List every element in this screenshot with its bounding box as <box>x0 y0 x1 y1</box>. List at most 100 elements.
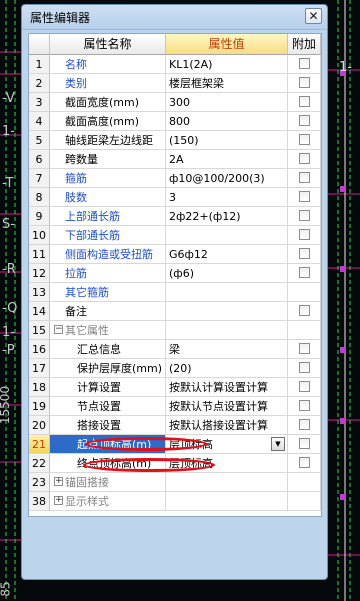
row-number: 10 <box>29 226 50 245</box>
table-row[interactable]: 19 节点设置 按默认节点设置计算 <box>29 397 321 416</box>
property-name[interactable]: 搭接设置 <box>50 416 166 435</box>
property-value[interactable]: G6ф12 <box>166 245 288 264</box>
property-name[interactable]: 汇总信息 <box>50 340 166 359</box>
add-checkbox[interactable] <box>299 400 310 411</box>
table-row[interactable]: 9 上部通长筋 2ф22+(ф12) <box>29 207 321 226</box>
table-row[interactable]: 10 下部通长筋 <box>29 226 321 245</box>
add-checkbox[interactable] <box>299 305 310 316</box>
property-name[interactable]: 其它箍筋 <box>50 283 166 302</box>
row-number: 15 <box>29 321 50 340</box>
property-name[interactable]: 保护层厚度(mm) <box>50 359 166 378</box>
table-row[interactable]: 2 类别 楼层框架梁 <box>29 74 321 93</box>
property-value-dropdown[interactable]: 层顶标高 ▼ <box>166 435 288 454</box>
header-name[interactable]: 属性名称 <box>50 34 166 55</box>
property-name[interactable]: 起点顶标高(m) <box>50 435 166 454</box>
property-value[interactable]: 3 <box>166 188 288 207</box>
property-value[interactable] <box>166 283 288 302</box>
group-row[interactable]: 23 + 锚固搭接 <box>29 473 321 492</box>
add-checkbox[interactable] <box>299 248 310 259</box>
property-value[interactable]: 楼层框架梁 <box>166 74 288 93</box>
property-value[interactable]: 800 <box>166 112 288 131</box>
property-value[interactable]: KL1(2A) <box>166 55 288 74</box>
collapse-icon[interactable]: − <box>54 325 63 334</box>
add-checkbox[interactable] <box>299 362 310 373</box>
add-checkbox[interactable] <box>299 96 310 107</box>
table-row[interactable]: 22 终点顶标高(m) 层顶标高 <box>29 454 321 473</box>
property-name[interactable]: 备注 <box>50 302 166 321</box>
property-name[interactable]: 拉筋 <box>50 264 166 283</box>
add-checkbox[interactable] <box>299 115 310 126</box>
add-checkbox[interactable] <box>299 343 310 354</box>
group-name[interactable]: + 显示样式 <box>50 492 166 511</box>
table-row[interactable]: 3 截面宽度(mm) 300 <box>29 93 321 112</box>
property-name[interactable]: 名称 <box>50 55 166 74</box>
property-name[interactable]: 肢数 <box>50 188 166 207</box>
property-value[interactable]: 300 <box>166 93 288 112</box>
add-checkbox[interactable] <box>299 58 310 69</box>
title-bar[interactable]: 属性编辑器 ✕ <box>22 5 327 30</box>
table-row[interactable]: 11 侧面构造或受扭筋 G6ф12 <box>29 245 321 264</box>
table-row[interactable]: 7 箍筋 ф10@100/200(3) <box>29 169 321 188</box>
property-value[interactable]: ф10@100/200(3) <box>166 169 288 188</box>
property-name[interactable]: 跨数量 <box>50 150 166 169</box>
property-name[interactable]: 截面宽度(mm) <box>50 93 166 112</box>
group-row[interactable]: 15 − 其它属性 <box>29 321 321 340</box>
table-row[interactable]: 17 保护层厚度(mm) (20) <box>29 359 321 378</box>
table-row[interactable]: 8 肢数 3 <box>29 188 321 207</box>
table-row[interactable]: 1 名称 KL1(2A) <box>29 55 321 74</box>
property-value[interactable]: (20) <box>166 359 288 378</box>
table-row[interactable]: 14 备注 <box>29 302 321 321</box>
close-button[interactable]: ✕ <box>305 8 322 24</box>
property-name[interactable]: 上部通长筋 <box>50 207 166 226</box>
table-row[interactable]: 20 搭接设置 按默认搭接设置计算 <box>29 416 321 435</box>
table-row[interactable]: 16 汇总信息 梁 <box>29 340 321 359</box>
table-row[interactable]: 13 其它箍筋 <box>29 283 321 302</box>
add-checkbox[interactable] <box>299 172 310 183</box>
property-value[interactable] <box>166 302 288 321</box>
table-row-selected[interactable]: 21 起点顶标高(m) 层顶标高 ▼ <box>29 435 321 454</box>
add-checkbox[interactable] <box>299 267 310 278</box>
add-checkbox[interactable] <box>299 134 310 145</box>
property-value[interactable]: 2ф22+(ф12) <box>166 207 288 226</box>
expand-icon[interactable]: + <box>54 496 63 505</box>
group-name[interactable]: + 锚固搭接 <box>50 473 166 492</box>
add-checkbox[interactable] <box>299 153 310 164</box>
header-value[interactable]: 属性值 <box>166 34 288 55</box>
property-value[interactable]: 按默认节点设置计算 <box>166 397 288 416</box>
property-name[interactable]: 节点设置 <box>50 397 166 416</box>
chevron-down-icon[interactable]: ▼ <box>271 437 285 451</box>
property-name[interactable]: 侧面构造或受扭筋 <box>50 245 166 264</box>
table-row[interactable]: 5 轴线距梁左边线距 (150) <box>29 131 321 150</box>
property-name[interactable]: 类别 <box>50 74 166 93</box>
property-name[interactable]: 计算设置 <box>50 378 166 397</box>
property-name[interactable]: 终点顶标高(m) <box>50 454 166 473</box>
header-add[interactable]: 附加 <box>288 34 321 55</box>
expand-icon[interactable]: + <box>54 477 63 486</box>
add-checkbox[interactable] <box>299 419 310 430</box>
group-row[interactable]: 38 + 显示样式 <box>29 492 321 511</box>
table-row[interactable]: 18 计算设置 按默认计算设置计算 <box>29 378 321 397</box>
add-checkbox[interactable] <box>299 229 310 240</box>
group-name[interactable]: − 其它属性 <box>50 321 166 340</box>
add-checkbox[interactable] <box>299 457 310 468</box>
property-name[interactable]: 箍筋 <box>50 169 166 188</box>
property-value[interactable] <box>166 226 288 245</box>
add-checkbox[interactable] <box>299 381 310 392</box>
property-name[interactable]: 截面高度(mm) <box>50 112 166 131</box>
table-row[interactable]: 6 跨数量 2A <box>29 150 321 169</box>
property-value[interactable]: 2A <box>166 150 288 169</box>
add-checkbox[interactable] <box>299 77 310 88</box>
property-name[interactable]: 轴线距梁左边线距 <box>50 131 166 150</box>
add-checkbox[interactable] <box>299 191 310 202</box>
add-checkbox[interactable] <box>299 210 310 221</box>
add-checkbox[interactable] <box>299 438 310 449</box>
table-row[interactable]: 4 截面高度(mm) 800 <box>29 112 321 131</box>
property-value[interactable]: 按默认计算设置计算 <box>166 378 288 397</box>
property-value[interactable]: (150) <box>166 131 288 150</box>
property-value[interactable]: 按默认搭接设置计算 <box>166 416 288 435</box>
table-row[interactable]: 12 拉筋 (ф6) <box>29 264 321 283</box>
property-value[interactable]: (ф6) <box>166 264 288 283</box>
property-value[interactable]: 层顶标高 <box>166 454 288 473</box>
property-name[interactable]: 下部通长筋 <box>50 226 166 245</box>
property-value[interactable]: 梁 <box>166 340 288 359</box>
